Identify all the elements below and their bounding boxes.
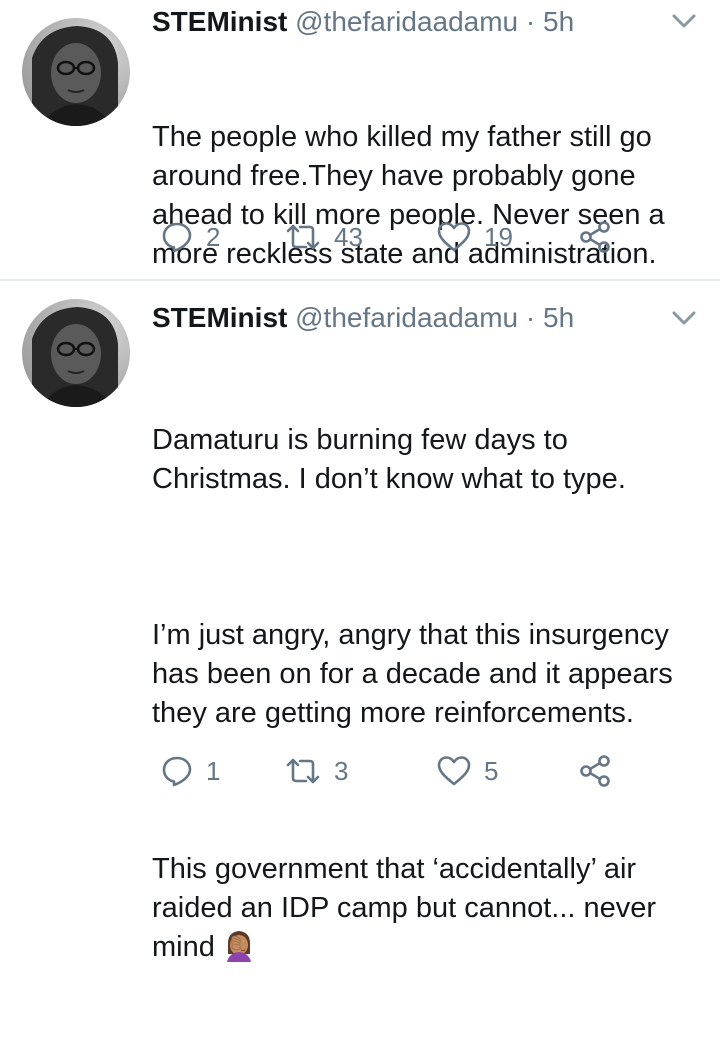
tweet[interactable]: STEMinist @thefaridaadamu · 5h The peopl… [0,0,720,280]
tweet-header: STEMinist @thefaridaadamu · 5h [152,298,574,338]
author-name[interactable]: STEMinist [152,302,287,333]
heart-icon [436,754,472,788]
separator: · [525,6,536,37]
tweet-paragraph: I’m just angry, angry that this insurgen… [152,619,681,729]
avatar[interactable] [22,18,130,126]
retweet-button[interactable]: 3 [284,749,348,793]
heart-icon [436,220,472,254]
reply-button[interactable]: 2 [160,215,220,259]
reply-button[interactable]: 1 [160,749,220,793]
like-count: 19 [484,221,513,252]
tweet-paragraph: Damaturu is burning few days to Christma… [152,424,626,495]
author-handle[interactable]: @thefaridaadamu [295,6,518,37]
tweet-actions: 1 3 5 [152,749,672,793]
share-icon [578,220,612,254]
like-button[interactable]: 5 [436,749,498,793]
share-icon [578,754,612,788]
chevron-down-icon[interactable] [666,6,702,36]
tweet[interactable]: STEMinist @thefaridaadamu · 5h Damaturu … [0,281,720,963]
like-button[interactable]: 19 [436,215,513,259]
woman-facepalming-icon [223,928,255,962]
tweet-header: STEMinist @thefaridaadamu · 5h [152,2,574,42]
avatar[interactable] [22,299,130,407]
separator: · [525,302,536,333]
retweet-icon [284,220,322,254]
share-button[interactable] [578,215,612,259]
retweet-button[interactable]: 43 [284,215,363,259]
share-button[interactable] [578,749,612,793]
tweet-actions: 2 43 19 [152,215,672,259]
tweet-text: Damaturu is burning few days to Christma… [152,343,712,1045]
timestamp[interactable]: 5h [543,302,574,333]
retweet-icon [284,754,322,788]
author-name[interactable]: STEMinist [152,6,287,37]
retweet-count: 3 [334,755,349,786]
reply-count: 1 [206,755,221,786]
author-handle[interactable]: @thefaridaadamu [295,302,518,333]
tweet-paragraph: This government that ‘accidentally’ air … [152,850,712,967]
reply-icon [160,220,194,254]
reply-count: 2 [206,221,221,252]
retweet-count: 43 [334,221,363,252]
reply-icon [160,754,194,788]
chevron-down-icon[interactable] [666,303,702,333]
timestamp[interactable]: 5h [543,6,574,37]
like-count: 5 [484,755,499,786]
